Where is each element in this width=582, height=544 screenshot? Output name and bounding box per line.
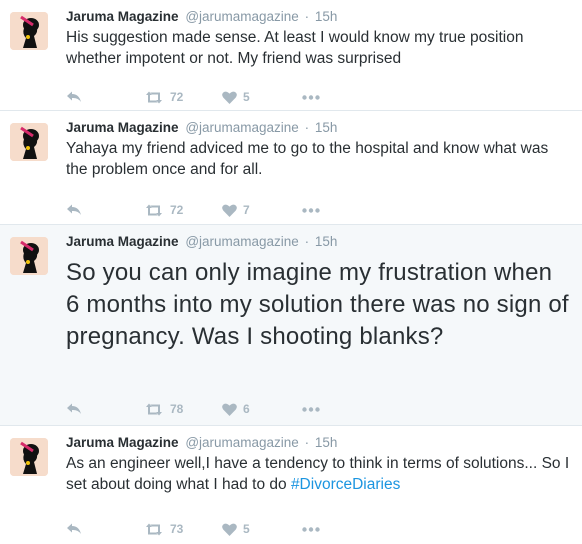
tweet[interactable]: Jaruma Magazine @jarumamagazine · 15h So… [0, 225, 582, 426]
reply-button[interactable] [66, 402, 144, 416]
reply-icon [67, 403, 81, 414]
more-button[interactable] [302, 526, 320, 532]
reply-icon [67, 523, 81, 534]
retweet-button[interactable]: 72 [144, 90, 222, 104]
reply-icon [67, 204, 81, 215]
tweet-text-container: As an engineer well,I have a tendency to… [66, 453, 572, 495]
tweet[interactable]: Jaruma Magazine @jarumamagazine · 15h As… [0, 426, 582, 544]
author-handle[interactable]: @jarumamagazine [185, 234, 299, 249]
tweet-text: So you can only imagine my frustration w… [66, 259, 569, 350]
reply-button[interactable] [66, 90, 144, 104]
separator: · [304, 120, 310, 135]
like-count: 5 [243, 90, 250, 104]
tweet[interactable]: Jaruma Magazine @jarumamagazine · 15h Hi… [0, 0, 582, 111]
like-button[interactable]: 6 [222, 402, 302, 416]
more-dots-icon [302, 406, 320, 412]
more-button[interactable] [302, 406, 320, 412]
tweet[interactable]: Jaruma Magazine @jarumamagazine · 15h Ya… [0, 111, 582, 225]
reply-icon [67, 91, 81, 102]
avatar[interactable] [10, 123, 48, 161]
author-handle[interactable]: @jarumamagazine [185, 120, 299, 135]
avatar[interactable] [10, 438, 48, 476]
retweet-count: 73 [170, 522, 184, 536]
tweet-text: His suggestion made sense. At least I wo… [66, 29, 524, 67]
retweet-icon [146, 91, 162, 103]
author-handle[interactable]: @jarumamagazine [185, 435, 299, 450]
like-button[interactable]: 7 [222, 203, 302, 217]
like-count: 5 [243, 522, 250, 536]
retweet-button[interactable]: 73 [144, 522, 222, 536]
heart-icon [222, 523, 237, 536]
retweet-count: 78 [170, 402, 184, 416]
more-dots-icon [302, 207, 320, 213]
retweet-icon [146, 523, 162, 535]
author-name[interactable]: Jaruma Magazine [66, 435, 179, 450]
heart-icon [222, 91, 237, 104]
like-count: 7 [243, 203, 250, 217]
author-name[interactable]: Jaruma Magazine [66, 9, 179, 24]
woman-silhouette-logo [10, 12, 48, 50]
tweet-header: Jaruma Magazine @jarumamagazine · 15h [66, 8, 572, 26]
separator: · [304, 9, 310, 24]
retweet-count: 72 [170, 203, 184, 217]
timestamp[interactable]: 15h [315, 234, 338, 249]
woman-silhouette-logo [10, 438, 48, 476]
tweet-header: Jaruma Magazine @jarumamagazine · 15h [66, 434, 572, 452]
separator: · [304, 234, 310, 249]
avatar[interactable] [10, 12, 48, 50]
heart-icon [222, 204, 237, 217]
tweet-actions: 72 5 [66, 88, 572, 106]
author-handle[interactable]: @jarumamagazine [185, 9, 299, 24]
more-dots-icon [302, 94, 320, 100]
retweet-count: 72 [170, 90, 184, 104]
more-button[interactable] [302, 94, 320, 100]
timestamp[interactable]: 15h [315, 120, 338, 135]
tweet-text: Yahaya my friend adviced me to go to the… [66, 140, 549, 178]
reply-button[interactable] [66, 203, 144, 217]
avatar[interactable] [10, 237, 48, 275]
author-name[interactable]: Jaruma Magazine [66, 120, 179, 135]
retweet-icon [146, 403, 162, 415]
hashtag-link[interactable]: #DivorceDiaries [291, 476, 400, 493]
more-dots-icon [302, 526, 320, 532]
tweet-actions: 78 6 [66, 400, 572, 418]
reply-button[interactable] [66, 522, 144, 536]
like-button[interactable]: 5 [222, 90, 302, 104]
like-button[interactable]: 5 [222, 522, 302, 536]
heart-icon [222, 403, 237, 416]
tweet-actions: 72 7 [66, 201, 572, 219]
timestamp[interactable]: 15h [315, 9, 338, 24]
tweet-header: Jaruma Magazine @jarumamagazine · 15h [66, 233, 572, 251]
separator: · [304, 435, 310, 450]
tweet-timeline: Jaruma Magazine @jarumamagazine · 15h Hi… [0, 0, 582, 544]
author-name[interactable]: Jaruma Magazine [66, 234, 179, 249]
retweet-icon [146, 204, 162, 216]
retweet-button[interactable]: 72 [144, 203, 222, 217]
tweet-header: Jaruma Magazine @jarumamagazine · 15h [66, 119, 572, 137]
like-count: 6 [243, 402, 250, 416]
retweet-button[interactable]: 78 [144, 402, 222, 416]
tweet-actions: 73 5 [66, 520, 572, 538]
timestamp[interactable]: 15h [315, 435, 338, 450]
woman-silhouette-logo [10, 123, 48, 161]
woman-silhouette-logo [10, 237, 48, 275]
more-button[interactable] [302, 207, 320, 213]
